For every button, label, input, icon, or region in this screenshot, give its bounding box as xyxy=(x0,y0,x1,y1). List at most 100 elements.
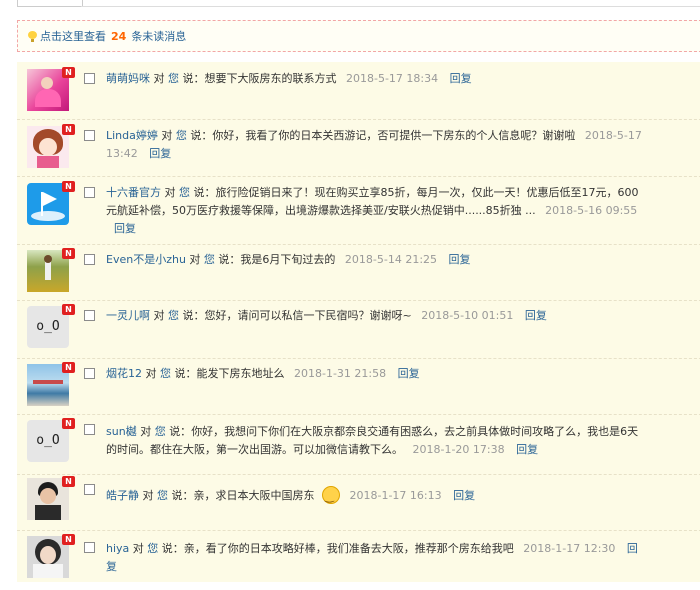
message-list: N 萌萌妈咪 对 您 说：想要下大阪房东的联系方式 2018-5-17 18:3… xyxy=(17,62,700,582)
sender-link[interactable]: 萌萌妈咪 xyxy=(106,72,150,85)
list-item: N 皓子静 对 您 说：亲，求日本大阪中国房东 2018-1-17 16:13 … xyxy=(17,474,700,531)
select-checkbox[interactable] xyxy=(84,310,95,321)
new-badge: N xyxy=(62,534,75,545)
you-link[interactable]: 您 xyxy=(179,186,190,199)
reply-link[interactable]: 回复 xyxy=(450,72,472,85)
dui-label: 对 xyxy=(164,186,176,199)
list-item: o_O N sun樾 对 您 说：你好，我想问下你们在大阪京都奈良交通有困惑么，… xyxy=(17,414,700,475)
message-text: Linda婷婷 对 您 说：你好，我看了你的日本关西游记，否可提供一下房东的个人… xyxy=(106,127,646,163)
sender-link[interactable]: Linda婷婷 xyxy=(106,129,158,142)
sender-link[interactable]: 烟花12 xyxy=(106,367,142,380)
list-item: N Linda婷婷 对 您 说：你好，我看了你的日本关西游记，否可提供一下房东的… xyxy=(17,119,700,177)
dui-label: 对 xyxy=(153,72,165,85)
select-checkbox[interactable] xyxy=(84,187,95,198)
dui-label: 对 xyxy=(140,425,152,438)
select-checkbox[interactable] xyxy=(84,368,95,379)
message-text: Even不是小zhu 对 您 说：我是6月下旬过去的 2018-5-14 21:… xyxy=(106,251,646,269)
timestamp: 2018-5-16 09:55 xyxy=(545,204,638,217)
said-label: 说： xyxy=(182,309,205,322)
dui-label: 对 xyxy=(132,542,144,555)
reply-link[interactable]: 回复 xyxy=(149,147,171,160)
message-text: 皓子静 对 您 说：亲，求日本大阪中国房东 2018-1-17 16:13 回复 xyxy=(106,486,646,506)
timestamp: 2018-1-17 12:30 xyxy=(523,542,616,555)
select-checkbox[interactable] xyxy=(84,130,95,141)
dui-label: 对 xyxy=(189,253,201,266)
reply-link[interactable]: 回复 xyxy=(516,443,538,456)
select-checkbox[interactable] xyxy=(84,424,95,435)
message-body: 能发下房东地址么 xyxy=(196,367,285,380)
list-item: N hiya 对 您 说：亲，看了你的日本攻略好棒，我们准备去大阪，推荐那个房东… xyxy=(17,530,700,590)
notice-suffix[interactable]: 条未读消息 xyxy=(131,28,186,44)
timestamp: 2018-5-17 18:34 xyxy=(346,72,439,85)
timestamp: 2018-1-31 21:58 xyxy=(294,367,387,380)
message-body: 您好，请问可以私信一下民宿吗？谢谢呀~ xyxy=(204,309,412,322)
notice-prefix[interactable]: 点击这里查看 xyxy=(40,28,106,44)
you-link[interactable]: 您 xyxy=(176,129,187,142)
message-body: 亲，看了你的日本攻略好棒，我们准备去大阪，推荐那个房东给我吧 xyxy=(183,542,514,555)
dui-label: 对 xyxy=(142,489,154,502)
sender-link[interactable]: hiya xyxy=(106,542,129,555)
new-badge: N xyxy=(62,67,75,78)
reply-link[interactable]: 回复 xyxy=(114,222,136,235)
message-text: 一灵儿啊 对 您 说：您好，请问可以私信一下民宿吗？谢谢呀~ 2018-5-10… xyxy=(106,307,646,325)
timestamp: 2018-5-10 01:51 xyxy=(421,309,514,322)
unread-notice[interactable]: 点击这里查看 24 条未读消息 xyxy=(17,20,700,52)
timestamp: 2018-5-14 21:25 xyxy=(344,253,438,266)
reply-link[interactable]: 回复 xyxy=(398,367,420,380)
sender-link[interactable]: Even不是小zhu xyxy=(106,253,186,266)
list-item: o_O N 一灵儿啊 对 您 说：您好，请问可以私信一下民宿吗？谢谢呀~ 201… xyxy=(17,300,700,359)
new-badge: N xyxy=(62,362,75,373)
smile-emoji-icon xyxy=(322,486,340,506)
reply-link[interactable]: 回复 xyxy=(525,309,547,322)
you-link[interactable]: 您 xyxy=(168,72,179,85)
said-label: 说： xyxy=(190,129,213,142)
dui-label: 对 xyxy=(153,309,165,322)
said-label: 说： xyxy=(169,425,192,438)
new-badge: N xyxy=(62,248,75,259)
select-checkbox[interactable] xyxy=(84,542,95,553)
said-label: 说： xyxy=(161,542,184,555)
list-item: N 十六番官方 对 您 说：旅行险促销日来了！现在购买立享85折，每月一次，仅此… xyxy=(17,176,700,245)
you-link[interactable]: 您 xyxy=(155,425,166,438)
sender-link[interactable]: 皓子静 xyxy=(106,489,139,502)
sender-link[interactable]: sun樾 xyxy=(106,425,137,438)
you-link[interactable]: 您 xyxy=(147,542,158,555)
list-item: N Even不是小zhu 对 您 说：我是6月下旬过去的 2018-5-14 2… xyxy=(17,244,700,301)
message-text: 烟花12 对 您 说：能发下房东地址么 2018-1-31 21:58 回复 xyxy=(106,365,646,383)
message-body: 我是6月下旬过去的 xyxy=(240,253,336,266)
timestamp: 2018-1-20 17:38 xyxy=(412,443,505,456)
message-body: 你好，我看了你的日本关西游记，否可提供一下房东的个人信息呢？谢谢啦 xyxy=(212,129,576,142)
dui-label: 对 xyxy=(161,129,173,142)
new-badge: N xyxy=(62,418,75,429)
new-badge: N xyxy=(62,476,75,487)
message-text: 十六番官方 对 您 说：旅行险促销日来了！现在购买立享85折，每月一次，仅此一天… xyxy=(106,184,646,238)
select-checkbox[interactable] xyxy=(84,254,95,265)
said-label: 说： xyxy=(174,367,197,380)
you-link[interactable]: 您 xyxy=(160,367,171,380)
unread-count[interactable]: 24 xyxy=(111,30,126,43)
said-label: 说： xyxy=(193,186,216,199)
message-body: 亲，求日本大阪中国房东 xyxy=(193,489,315,502)
said-label: 说： xyxy=(182,72,205,85)
message-body: 想要下大阪房东的联系方式 xyxy=(204,72,337,85)
sender-link[interactable]: 十六番官方 xyxy=(106,186,161,199)
top-divider xyxy=(81,6,700,7)
message-text: sun樾 对 您 说：你好，我想问下你们在大阪京都奈良交通有困惑么，去之前具体做… xyxy=(106,423,646,459)
message-text: hiya 对 您 说：亲，看了你的日本攻略好棒，我们准备去大阪，推荐那个房东给我… xyxy=(106,540,646,576)
new-badge: N xyxy=(62,304,75,315)
you-link[interactable]: 您 xyxy=(168,309,179,322)
sender-link[interactable]: 一灵儿啊 xyxy=(106,309,150,322)
top-tab[interactable] xyxy=(17,0,83,7)
you-link[interactable]: 您 xyxy=(204,253,215,266)
select-checkbox[interactable] xyxy=(84,73,95,84)
reply-link[interactable]: 回复 xyxy=(449,253,471,266)
new-badge: N xyxy=(62,181,75,192)
said-label: 说： xyxy=(171,489,194,502)
you-link[interactable]: 您 xyxy=(157,489,168,502)
dui-label: 对 xyxy=(145,367,157,380)
new-badge: N xyxy=(62,124,75,135)
list-item: N 烟花12 对 您 说：能发下房东地址么 2018-1-31 21:58 回复 xyxy=(17,358,700,415)
lightbulb-icon xyxy=(28,30,37,42)
select-checkbox[interactable] xyxy=(84,484,95,495)
reply-link[interactable]: 回复 xyxy=(453,489,475,502)
